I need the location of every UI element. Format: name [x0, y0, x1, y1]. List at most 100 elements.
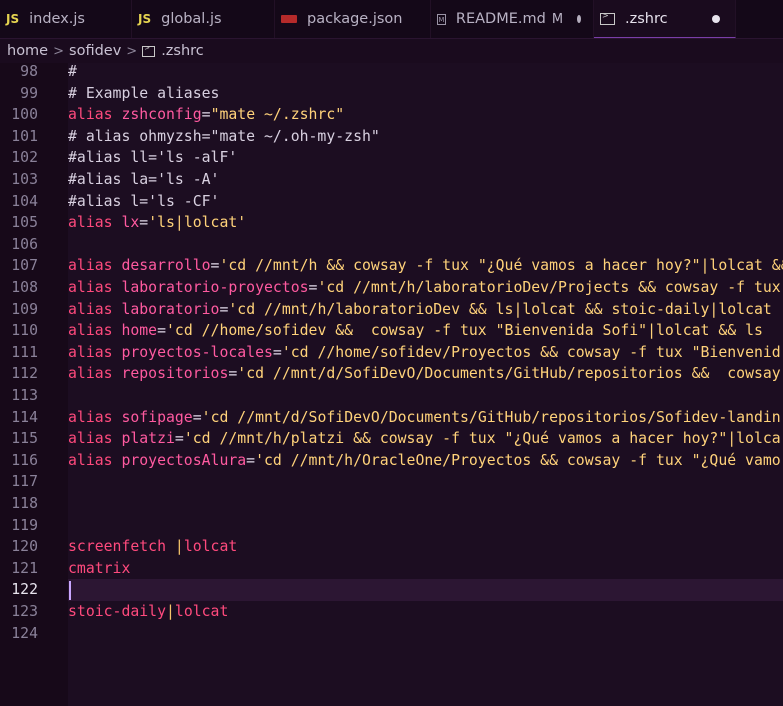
- line-number: 117: [11, 473, 38, 491]
- line-number: 119: [11, 516, 38, 534]
- breadcrumb-file[interactable]: .zshrc: [161, 43, 204, 59]
- line-number: 123: [11, 603, 38, 620]
- code-line[interactable]: alias zshconfig="mate ~/.zshrc": [68, 104, 344, 126]
- code-line[interactable]: alias home='cd //home/sofidev && cowsay …: [68, 320, 772, 342]
- line-number: 118: [11, 495, 38, 512]
- code-token: alias: [68, 322, 122, 340]
- line-number: 109: [11, 300, 38, 318]
- code-line[interactable]: #alias l='ls -CF': [68, 191, 219, 213]
- code-line[interactable]: alias sofipage='cd //mnt/d/SofiDevO/Docu…: [68, 407, 781, 429]
- line-number: 98: [20, 63, 38, 80]
- code-token: stoic-daily: [68, 603, 166, 620]
- tab-label: package.json: [307, 11, 403, 27]
- line-number: 101: [11, 127, 38, 145]
- code-token: home: [121, 322, 158, 340]
- code-token: #: [68, 63, 77, 80]
- line-number: 104: [11, 192, 38, 210]
- code-line[interactable]: #alias ll='ls -alF': [68, 147, 237, 169]
- code-token: screenfetch: [68, 538, 175, 556]
- code-editor[interactable]: 98 99 100 101 102 103 104 105 106 107 108 109 110 111…: [0, 63, 783, 706]
- line-number: 116: [11, 451, 38, 469]
- code-token: "mate ~/.zshrc": [210, 106, 345, 124]
- code-line[interactable]: #: [68, 63, 77, 83]
- line-number: 121: [11, 559, 38, 577]
- code-line[interactable]: # Example aliases: [68, 83, 219, 105]
- code-line[interactable]: alias laboratorio-proyectos='cd //mnt/h/…: [68, 277, 781, 299]
- tab-zshrc[interactable]: .zshrc: [594, 0, 736, 38]
- code-token: 'ls|lolcat': [148, 214, 247, 232]
- line-number: 122: [11, 581, 38, 599]
- unsaved-dot-icon[interactable]: [577, 15, 581, 23]
- code-token: 'cd //mnt/h/laboratorioDev && ls|lolcat …: [228, 300, 772, 318]
- npm-package-icon: [281, 15, 297, 23]
- javascript-file-icon: JS: [138, 12, 152, 26]
- editor-text-area[interactable]: # # Example aliases alias zshconfig="mate …: [68, 63, 783, 706]
- code-token: lolcat: [174, 603, 229, 620]
- line-number: 107: [11, 257, 38, 275]
- code-token: #alias l='ls -CF': [68, 192, 220, 210]
- code-token: alias: [68, 214, 122, 232]
- code-line[interactable]: stoic-daily|lolcat: [68, 601, 228, 623]
- code-line[interactable]: alias proyectosAlura='cd //mnt/h/OracleO…: [68, 450, 781, 472]
- code-line[interactable]: screenfetch |lolcat: [68, 536, 237, 558]
- terminal-file-icon: [600, 11, 615, 25]
- code-token: laboratorio: [121, 300, 220, 318]
- code-token: alias: [68, 408, 122, 426]
- code-line[interactable]: #alias la='ls -A': [68, 169, 219, 191]
- code-token: #alias la='ls -A': [68, 171, 220, 188]
- current-line-highlight: [68, 579, 783, 601]
- code-line[interactable]: alias platzi='cd //mnt/h/platzi && cowsa…: [68, 428, 781, 450]
- line-number: 115: [11, 430, 38, 448]
- modified-flag: M: [551, 11, 564, 27]
- tab-global-js[interactable]: JS global.js: [132, 0, 275, 38]
- tab-readme-md[interactable]: M README.md M: [431, 0, 594, 38]
- javascript-file-icon: JS: [6, 12, 20, 26]
- code-token: proyectosAlura: [121, 451, 247, 469]
- code-token: =: [139, 214, 149, 232]
- breadcrumb: home > sofidev > .zshrc: [0, 39, 783, 63]
- line-number: 112: [11, 365, 38, 383]
- code-token: alias: [68, 451, 122, 469]
- tab-index-js[interactable]: JS index.js: [0, 0, 132, 38]
- unsaved-dot-icon[interactable]: [711, 14, 720, 23]
- line-number: 99: [20, 84, 38, 102]
- code-line[interactable]: # alias ohmyzsh="mate ~/.oh-my-zsh": [68, 126, 380, 148]
- breadcrumb-sofidev[interactable]: sofidev: [69, 43, 121, 59]
- code-token: sofipage: [121, 408, 193, 426]
- tab-package-json[interactable]: package.json: [275, 0, 431, 38]
- code-line[interactable]: alias lx='ls|lolcat': [68, 212, 246, 234]
- code-line[interactable]: alias proyectos-locales='cd //home/sofid…: [68, 342, 781, 364]
- code-token: #alias ll='ls -alF': [68, 149, 238, 167]
- text-cursor: [69, 580, 71, 600]
- code-token: 'cd //mnt/h/platzi && cowsay -f tux "¿Qu…: [183, 430, 781, 448]
- line-number: 124: [11, 624, 38, 642]
- code-line[interactable]: cmatrix: [68, 558, 130, 580]
- line-number-gutter: 98 99 100 101 102 103 104 105 106 107 108 109 110 111…: [0, 63, 68, 706]
- code-token: 'cd //home/sofidev && cowsay -f tux "Bie…: [166, 322, 772, 340]
- line-number: 114: [11, 408, 38, 426]
- line-number: 108: [11, 279, 38, 296]
- breadcrumb-home[interactable]: home: [7, 43, 48, 59]
- code-line[interactable]: alias desarrollo='cd //mnt/h && cowsay -…: [68, 255, 783, 277]
- code-token: proyectos-locales: [121, 343, 273, 361]
- code-line[interactable]: alias laboratorio='cd //mnt/h/laboratori…: [68, 299, 772, 321]
- code-token: =: [246, 451, 256, 469]
- code-token: alias: [68, 430, 122, 448]
- line-number: 113: [11, 387, 38, 404]
- line-number: 110: [11, 322, 38, 340]
- line-number: 102: [11, 149, 38, 167]
- code-token: alias: [68, 365, 122, 383]
- line-number: 111: [11, 343, 38, 361]
- tab-label: README.md: [455, 11, 546, 27]
- tab-bar: JS index.js JS global.js package.json M README…: [0, 0, 783, 39]
- code-token: zshconfig: [121, 106, 202, 124]
- code-token: 'cd //mnt/d/SofiDevO/Documents/GitHub/re…: [201, 408, 781, 426]
- code-token: =: [228, 365, 238, 383]
- code-token: alias: [68, 300, 122, 318]
- line-number: 106: [11, 235, 38, 253]
- code-token: platzi: [121, 430, 175, 448]
- code-token: 'cd //mnt/h/OracleOne/Proyectos && cowsa…: [255, 451, 781, 469]
- code-token: 'cd //mnt/h && cowsay -f tux "¿Qué vamos…: [219, 257, 783, 275]
- code-line[interactable]: alias repositorios='cd //mnt/d/SofiDevO/…: [68, 363, 781, 385]
- code-token: repositorios: [121, 365, 229, 383]
